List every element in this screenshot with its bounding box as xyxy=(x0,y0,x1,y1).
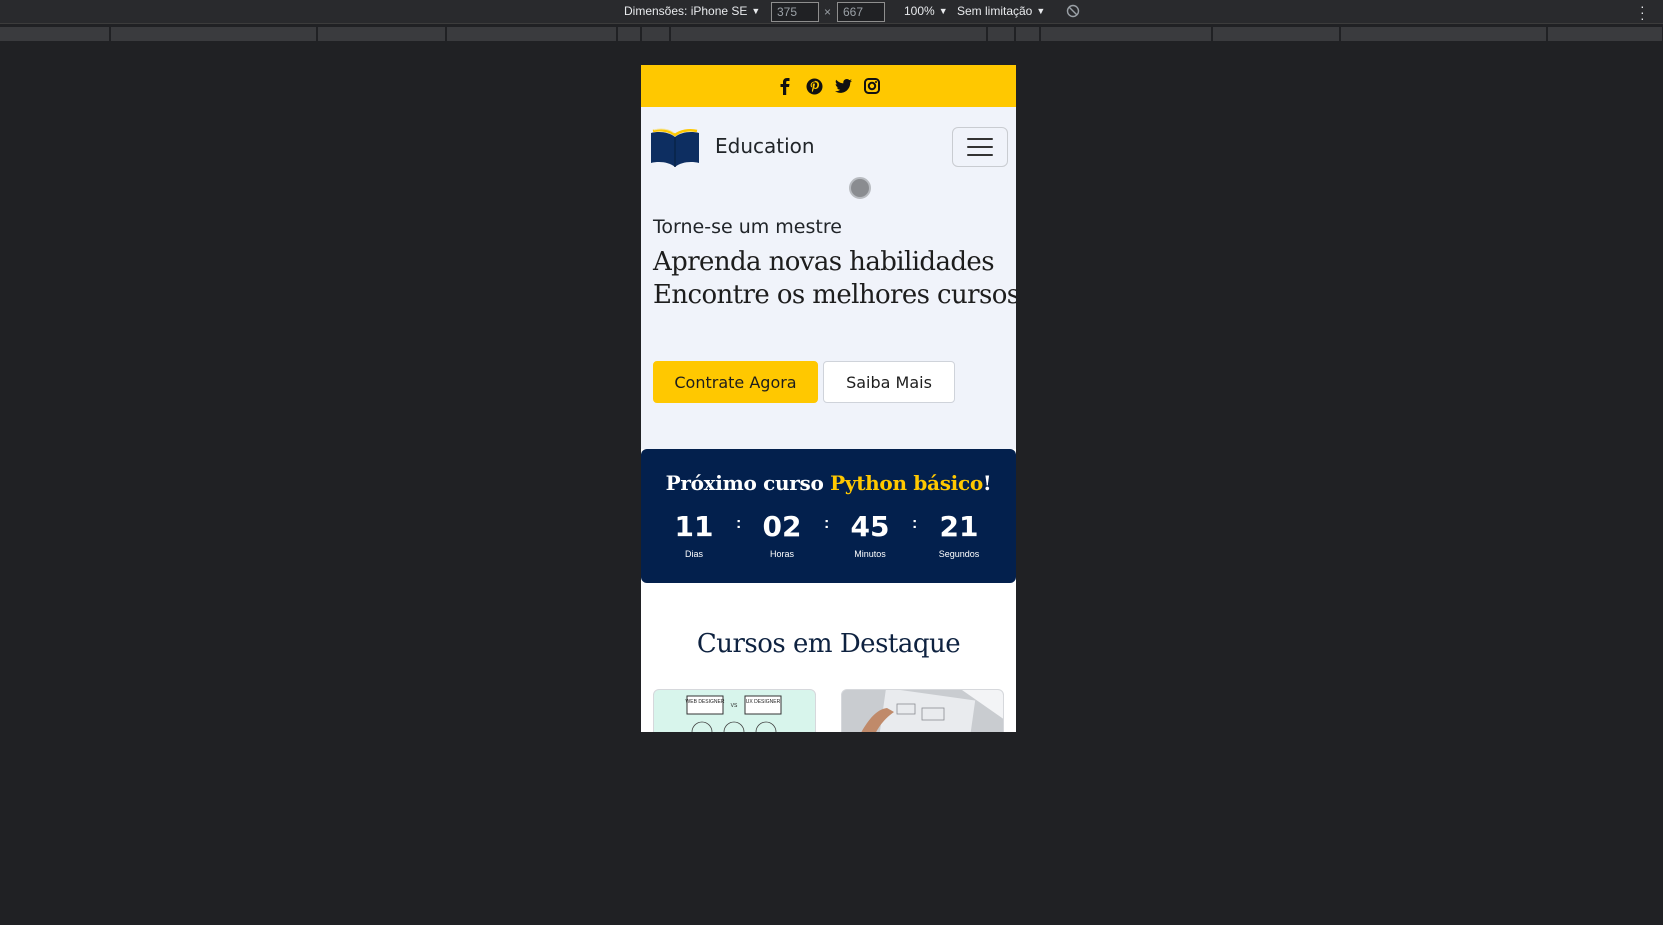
instagram-icon[interactable] xyxy=(864,78,881,95)
headline-line-1: Aprenda novas habilidades xyxy=(653,247,995,277)
throttle-selector[interactable]: Sem limitação ▼ xyxy=(957,4,1045,18)
touch-cursor-icon xyxy=(849,177,871,199)
media-query-segment[interactable] xyxy=(671,27,987,41)
media-query-segment[interactable] xyxy=(0,27,110,41)
hero-tagline: Torne-se um mestre xyxy=(653,216,842,238)
countdown-hours-label: Horas xyxy=(769,549,794,559)
device-selector-label: Dimensões: iPhone SE xyxy=(624,4,748,18)
media-query-segment[interactable] xyxy=(111,27,317,41)
device-selector[interactable]: Dimensões: iPhone SE ▼ xyxy=(624,4,760,18)
learn-more-button[interactable]: Saiba Mais xyxy=(823,361,955,403)
times-separator: × xyxy=(824,5,832,19)
countdown-title-prefix: Próximo curso xyxy=(665,471,831,495)
facebook-icon[interactable] xyxy=(777,77,794,95)
more-options-icon[interactable]: · · · xyxy=(1640,0,1645,25)
media-query-segment[interactable] xyxy=(618,27,641,41)
media-query-segment[interactable] xyxy=(988,27,1015,41)
countdown-minutes-value: 45 xyxy=(850,510,890,543)
social-bar xyxy=(641,65,1016,107)
media-query-segment[interactable] xyxy=(642,27,670,41)
rotate-icon[interactable] xyxy=(1066,4,1080,18)
devtools-toolbar: Dimensões: iPhone SE ▼ × 100% ▼ Sem limi… xyxy=(0,0,1663,25)
pinterest-icon[interactable] xyxy=(806,78,823,95)
countdown-seconds: 21 Segundos xyxy=(929,509,989,559)
countdown-title: Próximo curso Python básico! xyxy=(641,471,1016,495)
hamburger-icon-line xyxy=(967,154,993,156)
twitter-icon[interactable] xyxy=(834,78,852,95)
media-query-segment[interactable] xyxy=(1213,27,1340,41)
media-query-segment[interactable] xyxy=(1341,27,1547,41)
countdown-days-label: Dias xyxy=(684,549,703,559)
card-tag-vs: VS xyxy=(731,703,738,709)
media-query-bar xyxy=(0,25,1663,43)
book-logo-icon[interactable] xyxy=(649,127,701,169)
countdown-minutes: 45 Minutos xyxy=(840,509,900,559)
media-query-segment[interactable] xyxy=(447,27,617,41)
media-query-segment[interactable] xyxy=(1016,27,1040,41)
navbar: Education xyxy=(649,127,1008,167)
card-tag-ux: UX DESIGNER xyxy=(746,699,781,705)
countdown-course-name: Python básico xyxy=(830,471,983,495)
countdown-days: 11 Dias xyxy=(664,509,724,559)
caret-down-icon: ▼ xyxy=(1036,6,1046,16)
countdown-minutes-label: Minutos xyxy=(854,549,886,559)
featured-courses-title: Cursos em Destaque xyxy=(696,629,961,659)
countdown-separator: : xyxy=(912,515,918,532)
countdown-title-suffix: ! xyxy=(982,471,992,495)
height-input[interactable] xyxy=(837,2,885,22)
zoom-selector[interactable]: 100% ▼ xyxy=(904,4,948,18)
course-card-image[interactable] xyxy=(841,689,1004,732)
featured-courses-section: Cursos em Destaque WEB DESIGNER VS UX DE… xyxy=(641,583,1016,732)
countdown-days-value: 11 xyxy=(674,510,714,543)
media-query-segment[interactable] xyxy=(318,27,446,41)
caret-down-icon: ▼ xyxy=(751,6,761,16)
course-card-image[interactable]: WEB DESIGNER VS UX DESIGNER xyxy=(653,689,816,732)
hero-section: Education Torne-se um mestre Aprenda nov… xyxy=(641,107,1016,449)
hamburger-icon-line xyxy=(967,138,993,140)
card-tag-web: WEB DESIGNER xyxy=(686,699,725,705)
media-query-segment[interactable] xyxy=(1041,27,1212,41)
countdown-hours: 02 Horas xyxy=(752,509,812,559)
zoom-label: 100% xyxy=(904,4,935,18)
countdown-seconds-label: Segundos xyxy=(938,549,980,559)
throttle-label: Sem limitação xyxy=(957,4,1033,18)
hamburger-icon-line xyxy=(967,146,993,148)
headline-line-2: Encontre os melhores cursos xyxy=(653,280,1016,310)
countdown-separator: : xyxy=(736,515,742,532)
countdown-hours-value: 02 xyxy=(762,510,802,543)
brand-name[interactable]: Education xyxy=(715,134,815,158)
countdown-seconds-value: 21 xyxy=(939,510,979,543)
device-viewport: Education Torne-se um mestre Aprenda nov… xyxy=(641,65,1016,732)
width-input[interactable] xyxy=(771,2,819,22)
menu-toggle-button[interactable] xyxy=(952,127,1008,167)
hero-headline: Aprenda novas habilidades Encontre os me… xyxy=(653,246,1016,312)
countdown-separator: : xyxy=(824,515,830,532)
media-query-segment[interactable] xyxy=(1548,27,1663,41)
caret-down-icon: ▼ xyxy=(938,6,948,16)
hire-now-button[interactable]: Contrate Agora xyxy=(653,361,818,403)
countdown-banner: Próximo curso Python básico! 11 Dias : 0… xyxy=(641,449,1016,583)
